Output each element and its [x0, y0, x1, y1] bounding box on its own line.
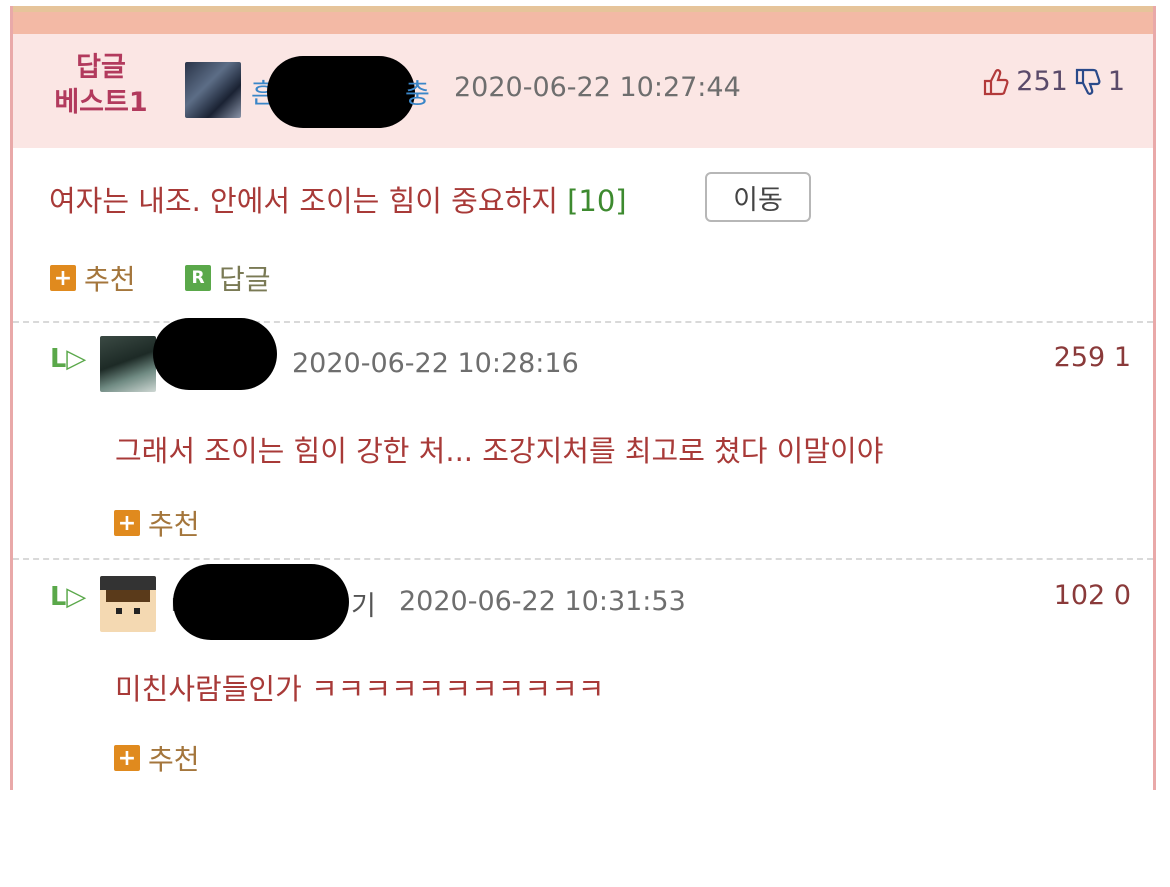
- avatar[interactable]: [100, 336, 156, 392]
- redacted-nickname: [173, 564, 349, 640]
- comment-panel: 답글 베스트1 흔 충 2020-06-22 10:27:44 251 1 여자…: [10, 6, 1156, 790]
- reply-count: [10]: [567, 184, 627, 218]
- plus-icon: +: [50, 265, 76, 291]
- avatar[interactable]: [100, 576, 156, 632]
- timestamp: 2020-06-22 10:28:16: [292, 348, 579, 379]
- recommend-label: 추천: [148, 743, 200, 776]
- reply-arrow-icon: ᒪ▷: [50, 344, 87, 374]
- reply-label: 답글: [219, 263, 271, 296]
- nickname-end[interactable]: 기: [351, 584, 376, 623]
- plus-icon: +: [114, 745, 140, 771]
- like-count: 251: [1016, 66, 1068, 97]
- recommend-label: 추천: [84, 263, 136, 296]
- reply-arrow-icon: ᒪ▷: [50, 582, 87, 612]
- timestamp: 2020-06-22 10:27:44: [454, 72, 741, 103]
- dislike-count: 1: [1107, 66, 1125, 97]
- redacted-nickname: [153, 318, 277, 390]
- plus-icon: +: [114, 510, 140, 536]
- thumbs-down-icon[interactable]: [1074, 67, 1102, 97]
- vote-counts: 251 1: [982, 66, 1125, 97]
- recommend-button[interactable]: + 추천: [114, 738, 200, 778]
- nickname-end[interactable]: 충: [405, 72, 430, 111]
- recommend-button[interactable]: + 추천: [50, 258, 136, 298]
- avatar-hair: [106, 590, 150, 602]
- best-reply-text[interactable]: 여자는 내조. 안에서 조이는 힘이 중요하지 [10]: [49, 178, 627, 220]
- recommend-label: 추천: [148, 508, 200, 541]
- avatar[interactable]: [185, 62, 241, 118]
- best-label-line1: 답글: [76, 52, 126, 83]
- divider: [13, 558, 1153, 560]
- vote-score: 259 1: [1053, 342, 1131, 373]
- redacted-nickname: [267, 56, 415, 128]
- avatar-hat: [100, 576, 156, 590]
- thumbs-up-icon[interactable]: [982, 67, 1010, 97]
- best-reply-badge: 답글 베스트1: [46, 50, 156, 120]
- vote-score: 102 0: [1053, 580, 1131, 611]
- timestamp: 2020-06-22 10:31:53: [399, 586, 686, 617]
- best-label-line2: 베스트1: [54, 87, 148, 118]
- avatar-eye: [116, 608, 122, 614]
- avatar-eye: [134, 608, 140, 614]
- best-reply-header: 답글 베스트1 흔 충 2020-06-22 10:27:44 251 1: [13, 34, 1153, 148]
- comment-text: 여자는 내조. 안에서 조이는 힘이 중요하지: [49, 184, 558, 218]
- comment-text[interactable]: 미친사람들인가 ㅋㅋㅋㅋㅋㅋㅋㅋㅋㅋㅋ: [115, 666, 604, 708]
- comment-text[interactable]: 그래서 조이는 힘이 강한 처... 조강지처를 최고로 쳤다 이말이야: [115, 428, 883, 470]
- top-band: [13, 12, 1153, 34]
- reply-button[interactable]: R 답글: [185, 258, 271, 298]
- move-button[interactable]: 이동: [705, 172, 811, 222]
- recommend-button[interactable]: + 추천: [114, 503, 200, 543]
- reply-icon: R: [185, 265, 211, 291]
